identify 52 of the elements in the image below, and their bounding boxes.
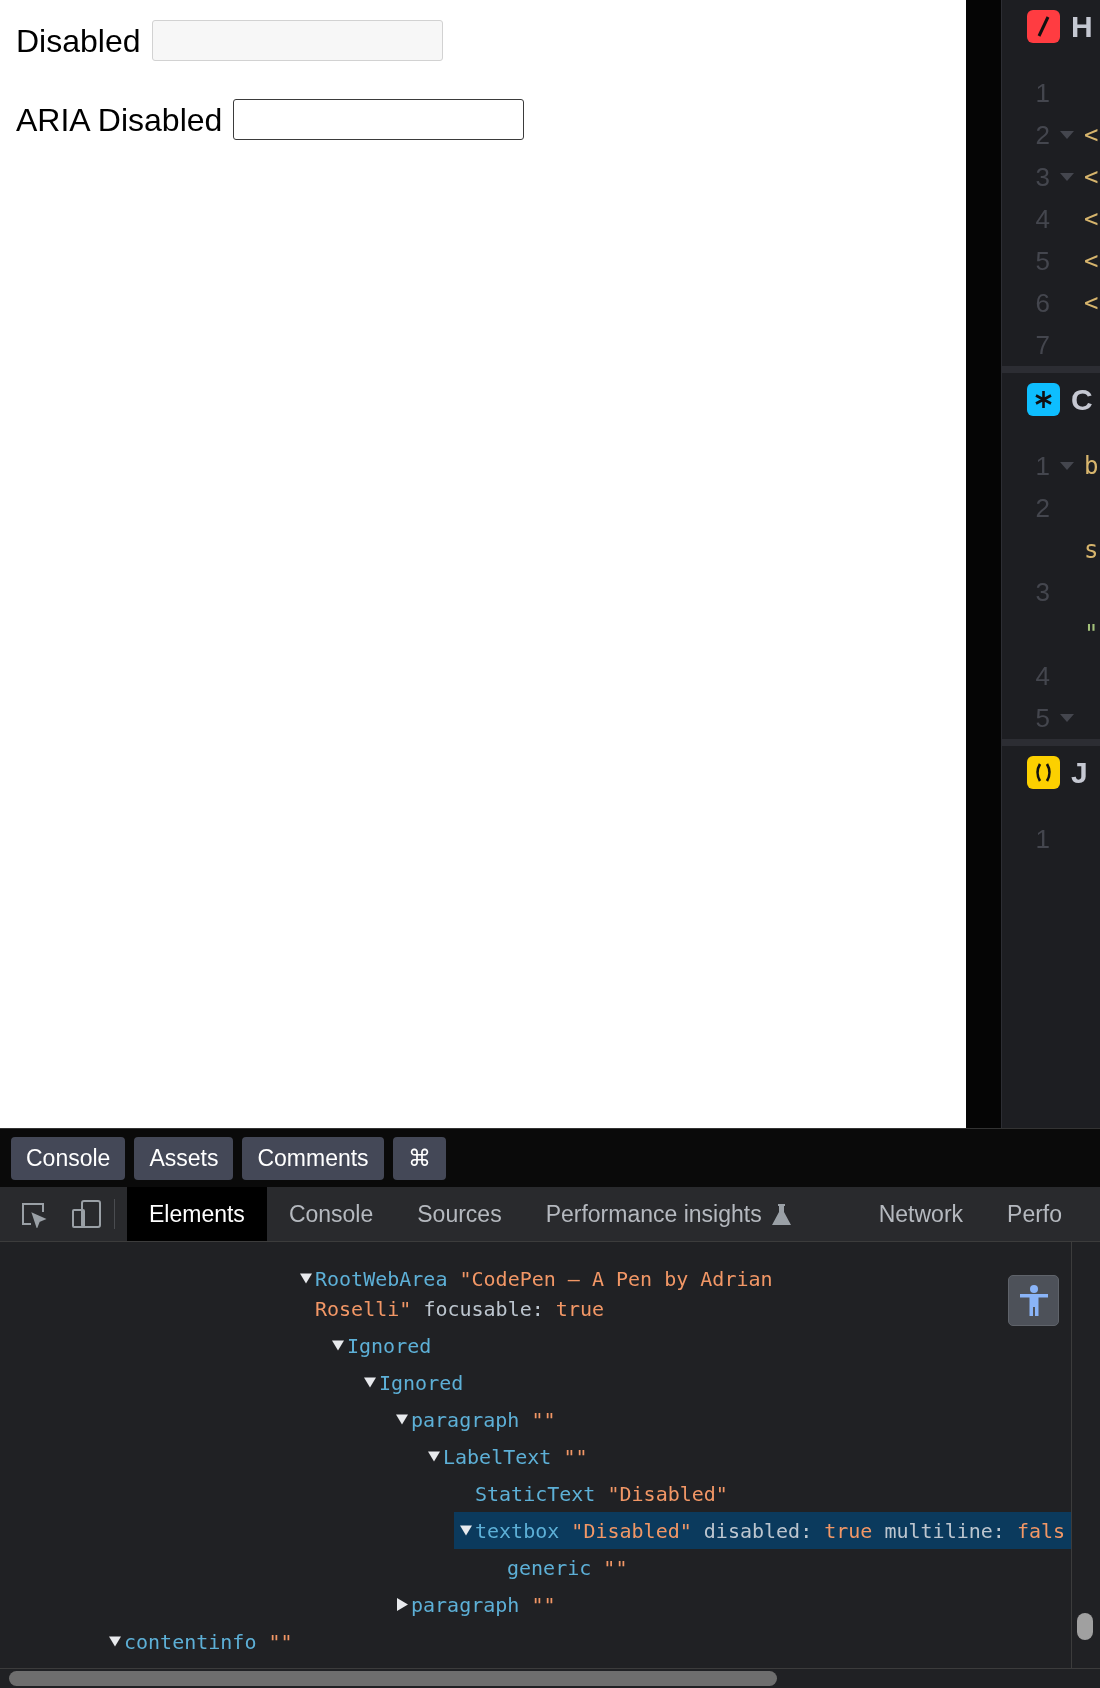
drawer-tab[interactable]: Comments xyxy=(242,1136,384,1180)
drawer-tab[interactable]: ⌘ xyxy=(392,1136,446,1180)
field-label: ARIA Disabled xyxy=(16,103,223,136)
tree-node[interactable]: contentinfo "" xyxy=(124,1626,293,1657)
panel-title: J xyxy=(1071,756,1088,789)
panel-title: H xyxy=(1071,10,1093,43)
inspect-element-icon[interactable] xyxy=(19,1200,47,1228)
devtools-tab[interactable]: Sources xyxy=(395,1187,524,1241)
tree-node[interactable]: StaticText "Disabled" xyxy=(475,1478,728,1509)
code-text: < xyxy=(1084,246,1099,277)
text-field[interactable] xyxy=(233,99,525,140)
expand-arrow-icon[interactable] xyxy=(460,1525,472,1536)
slash-icon xyxy=(1027,10,1060,43)
tree-node[interactable]: Ignored xyxy=(347,1330,432,1361)
drawer-tab[interactable]: Assets xyxy=(134,1136,234,1180)
expand-arrow-icon[interactable] xyxy=(364,1377,376,1388)
code-text: " xyxy=(1084,619,1099,650)
drawer-tab[interactable]: Console xyxy=(11,1136,126,1180)
expand-arrow-icon[interactable] xyxy=(332,1340,344,1351)
parentheses-icon xyxy=(1027,756,1060,789)
tree-node[interactable]: Ignored xyxy=(379,1367,464,1398)
expand-arrow-icon[interactable] xyxy=(428,1451,440,1462)
devtools-tab[interactable]: Console xyxy=(266,1187,396,1241)
field-label: Disabled xyxy=(16,24,141,57)
horizontal-scrollbar-thumb[interactable] xyxy=(9,1671,777,1686)
panel-title: C xyxy=(1071,383,1093,416)
tree-node[interactable]: paragraph "" xyxy=(411,1404,556,1435)
code-text: < xyxy=(1084,288,1099,319)
accessibility-button[interactable] xyxy=(1008,1275,1059,1326)
expand-arrow-icon[interactable] xyxy=(109,1636,121,1647)
devtools-tab[interactable]: Performance insights xyxy=(523,1187,857,1241)
tree-node[interactable]: LabelText "" xyxy=(443,1441,588,1472)
expand-arrow-icon[interactable] xyxy=(300,1273,312,1284)
scrollbar-thumb[interactable] xyxy=(1077,1613,1093,1640)
expand-arrow-icon[interactable] xyxy=(396,1414,408,1425)
code-text: < xyxy=(1084,204,1099,235)
tree-node[interactable]: textbox "Disabled" disabled: true multiline: fals xyxy=(475,1515,1066,1546)
code-text: s xyxy=(1084,535,1099,566)
asterisk-icon xyxy=(1027,383,1060,416)
code-text: b xyxy=(1084,451,1099,482)
collapse-arrow-icon[interactable] xyxy=(396,1598,408,1611)
code-text: < xyxy=(1084,120,1099,151)
flask-icon xyxy=(771,1203,791,1225)
devtools-tab[interactable]: Perfo xyxy=(985,1187,1085,1241)
tree-node[interactable]: RootWebArea "CodePen – A Pen by Adrian Roselli" focusable: true xyxy=(315,1263,835,1324)
tree-node[interactable]: paragraph "" xyxy=(411,1589,556,1620)
devtools-tab[interactable]: Network xyxy=(856,1187,986,1241)
selected-row-highlight[interactable]: textbox "Disabled" disabled: true multiline: fals xyxy=(454,1512,1071,1549)
code-text: < xyxy=(1084,162,1099,193)
device-toolbar-icon[interactable] xyxy=(71,1199,102,1229)
tree-node[interactable]: generic "" xyxy=(507,1552,628,1583)
devtools-tab[interactable]: Elements xyxy=(127,1187,267,1241)
